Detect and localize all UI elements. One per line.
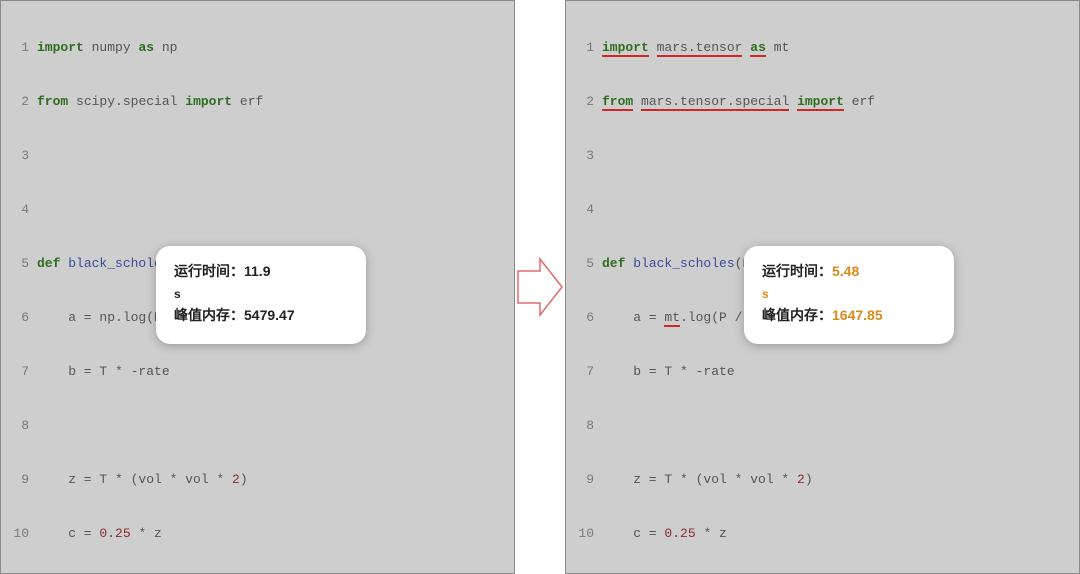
arrow-right-icon bbox=[516, 257, 564, 317]
runtime-label: 运行时间： bbox=[762, 263, 832, 279]
runtime-value: 11.9 bbox=[244, 263, 270, 279]
peak-label: 峰值内存： bbox=[762, 307, 832, 323]
arrow-divider bbox=[515, 0, 565, 574]
runtime-value: 5.48 bbox=[832, 263, 859, 279]
runtime-label: 运行时间： bbox=[174, 263, 244, 279]
peak-value: 1647.85 bbox=[832, 307, 883, 323]
comparison-container: 1import numpy as np 2from scipy.special … bbox=[0, 0, 1080, 574]
kw-import: import bbox=[37, 40, 84, 55]
right-metrics-popup: 运行时间：5.48 s 峰值内存：1647.85 bbox=[744, 246, 954, 344]
peak-label: 峰值内存： bbox=[174, 307, 244, 323]
runtime-unit: s bbox=[762, 287, 769, 301]
left-metrics-popup: 运行时间：11.9 s 峰值内存：5479.47 bbox=[156, 246, 366, 344]
peak-value: 5479.47 bbox=[244, 307, 295, 323]
runtime-unit: s bbox=[174, 287, 181, 301]
